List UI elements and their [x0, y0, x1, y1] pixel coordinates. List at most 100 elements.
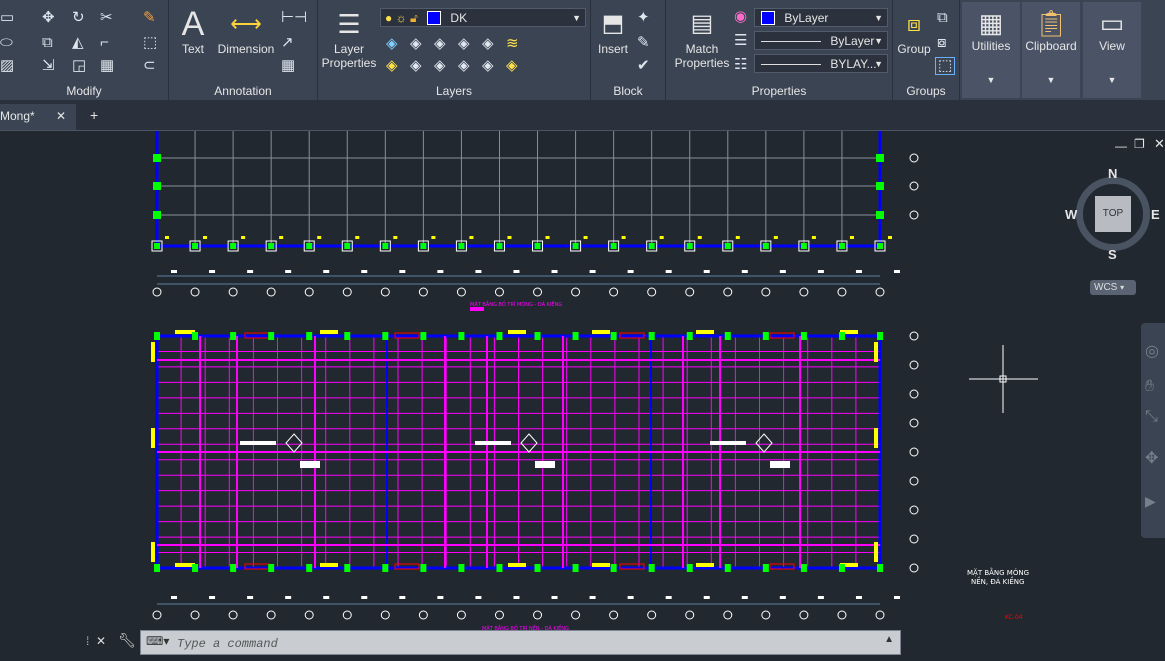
- chevron-up-icon[interactable]: ▲: [884, 634, 894, 645]
- panel-label-block[interactable]: Block: [591, 84, 665, 98]
- linetype-dropdown[interactable]: ByLayer ▼: [754, 31, 888, 50]
- utilities-button[interactable]: ▦ Utilities ▼: [962, 2, 1020, 98]
- layer-tool-icon-6[interactable]: ◈: [386, 58, 398, 74]
- layer-tool-icon-5[interactable]: ◈: [482, 36, 494, 52]
- edit-block-icon[interactable]: ✎: [637, 35, 650, 51]
- customize-icon[interactable]: 🔧︎: [118, 632, 136, 649]
- group-edit-icon[interactable]: ⧇: [937, 35, 947, 51]
- color-wheel-icon[interactable]: ◉: [734, 9, 747, 25]
- new-tab-icon[interactable]: +: [90, 107, 98, 123]
- layer-tool-icon-9[interactable]: ◈: [458, 58, 470, 74]
- erase-icon[interactable]: ✎: [143, 10, 156, 26]
- copy-icon[interactable]: ⧉: [42, 35, 53, 51]
- drawing-canvas[interactable]: MẶT BẰNG BỐ TRÍ MÓNG - ĐÁ KIỀNG MẶT BẰNG…: [0, 131, 1165, 661]
- leader-icon[interactable]: ↗: [281, 35, 294, 51]
- match-properties-button[interactable]: ▤ Match Properties: [670, 6, 734, 70]
- drawing-svg[interactable]: MẶT BẰNG BỐ TRÍ MÓNG - ĐÁ KIỀNG MẶT BẰNG…: [0, 131, 1165, 661]
- block-attribute-icon[interactable]: ✔: [637, 58, 650, 74]
- dimension-tick: [171, 270, 177, 273]
- panel-groups: ⧈ Group ⧉ ⧇ ⬚ Groups: [893, 0, 960, 100]
- viewcube-top-face[interactable]: TOP: [1095, 196, 1131, 232]
- layer-tool-icon-7[interactable]: ◈: [410, 58, 422, 74]
- grid-bubble: [909, 181, 919, 191]
- lineweight-icon[interactable]: ☷: [734, 57, 747, 73]
- compass-s[interactable]: S: [1108, 247, 1117, 262]
- rotate-icon[interactable]: ↻: [72, 10, 85, 26]
- command-input[interactable]: [175, 633, 879, 654]
- compass-w[interactable]: W: [1065, 207, 1077, 222]
- close-icon[interactable]: ✕: [1154, 136, 1165, 152]
- stretch-icon[interactable]: ⇲: [42, 58, 55, 74]
- hatch-icon[interactable]: ▨: [0, 58, 14, 74]
- command-prompt-icon[interactable]: ⌨▾: [146, 634, 169, 648]
- grid-bubble: [533, 287, 543, 297]
- drawing-tab[interactable]: Mong* ✕: [0, 104, 76, 130]
- layer-tool-icon-1[interactable]: ◈: [386, 36, 398, 52]
- steering-wheel-icon[interactable]: ◎: [1145, 341, 1159, 361]
- panel-label-annotation[interactable]: Annotation: [169, 84, 317, 98]
- zoom-extents-icon[interactable]: ⤡: [1145, 408, 1158, 426]
- scale-icon[interactable]: ◲: [72, 58, 86, 74]
- ellipse-icon[interactable]: ⬭: [0, 35, 13, 51]
- minimize-icon[interactable]: —: [1115, 139, 1127, 153]
- panel-label-groups[interactable]: Groups: [893, 84, 959, 98]
- text-button[interactable]: A Text: [175, 6, 211, 56]
- linetype-icon[interactable]: ☰: [734, 33, 747, 49]
- footing-mark: [241, 236, 246, 239]
- grid-bubble: [418, 610, 428, 620]
- layer-tool-icon-11[interactable]: ◈: [506, 58, 518, 74]
- grid-bubble: [909, 476, 919, 486]
- layer-tool-icon-2[interactable]: ◈: [410, 36, 422, 52]
- array-icon[interactable]: ▦: [100, 58, 114, 74]
- close-icon[interactable]: ✕: [56, 104, 66, 128]
- viewcube[interactable]: TOP N S W E: [1065, 166, 1160, 262]
- layer-tool-icon-10[interactable]: ◈: [482, 58, 494, 74]
- dimension-button[interactable]: ⟷ Dimension: [215, 6, 277, 56]
- linear-dim-icon[interactable]: ⊢⊣: [281, 10, 307, 26]
- orbit-icon[interactable]: ✥: [1145, 448, 1158, 468]
- trim-icon[interactable]: ✂: [100, 10, 113, 26]
- layer-tool-icon-8[interactable]: ◈: [434, 58, 446, 74]
- group-button[interactable]: ⧈ Group: [895, 6, 933, 56]
- edge-mark: [175, 563, 195, 567]
- offset-icon[interactable]: ⊂: [143, 58, 156, 74]
- lineweight-dropdown[interactable]: BYLAY... ▼: [754, 54, 888, 73]
- pan-icon[interactable]: ✋︎: [1145, 378, 1154, 396]
- panel-label-layers[interactable]: Layers: [318, 84, 590, 98]
- move-icon[interactable]: ✥: [42, 10, 55, 26]
- group-select-icon[interactable]: ⬚: [935, 57, 956, 75]
- layer-properties-button[interactable]: ☰ Layer Properties: [318, 6, 380, 70]
- wcs-menu[interactable]: WCS ▾: [1090, 280, 1136, 295]
- panel-label-modify[interactable]: Modify: [0, 84, 168, 98]
- table-icon[interactable]: ▦: [281, 58, 295, 74]
- layer-dropdown[interactable]: ● ☼ 🔓︎ DK ▼: [380, 8, 586, 27]
- insert-button[interactable]: ⬒ Insert: [593, 6, 633, 56]
- ungroup-icon[interactable]: ⧉: [937, 10, 948, 26]
- grid-bubble: [909, 447, 919, 457]
- explode-icon[interactable]: ⬚: [143, 35, 157, 51]
- create-block-icon[interactable]: ✦: [637, 10, 650, 26]
- layer-current-name: DK: [450, 11, 468, 25]
- close-icon[interactable]: ✕: [96, 634, 106, 648]
- layer-tool-icon-4[interactable]: ◈: [458, 36, 470, 52]
- panel-label-properties[interactable]: Properties: [666, 84, 892, 98]
- restore-icon[interactable]: ❐: [1134, 137, 1145, 151]
- color-dropdown[interactable]: ByLayer ▼: [754, 8, 888, 27]
- fillet-icon[interactable]: ⌐: [100, 35, 109, 51]
- column-marker: [572, 564, 579, 572]
- dimension-tick: [627, 596, 634, 599]
- panel-block: ⬒ Insert ✦ ✎ ✔ Block: [591, 0, 666, 100]
- compass-n[interactable]: N: [1108, 166, 1117, 181]
- view-button[interactable]: ▭ View ▼: [1083, 2, 1141, 98]
- compass-e[interactable]: E: [1151, 207, 1160, 222]
- mirror-icon[interactable]: ◭: [72, 35, 84, 51]
- command-line-handle[interactable]: ⁞: [86, 634, 89, 648]
- dimension-tick: [285, 596, 292, 599]
- column-marker: [420, 564, 427, 572]
- column-marker: [800, 332, 807, 340]
- showmotion-icon[interactable]: ▶: [1145, 493, 1156, 510]
- rectangle-icon[interactable]: ▭: [0, 10, 14, 26]
- layer-tool-icon-3[interactable]: ◈: [434, 36, 446, 52]
- layer-stack-icon[interactable]: ≋: [506, 36, 519, 52]
- clipboard-button[interactable]: 📋︎ Clipboard ▼: [1022, 2, 1080, 98]
